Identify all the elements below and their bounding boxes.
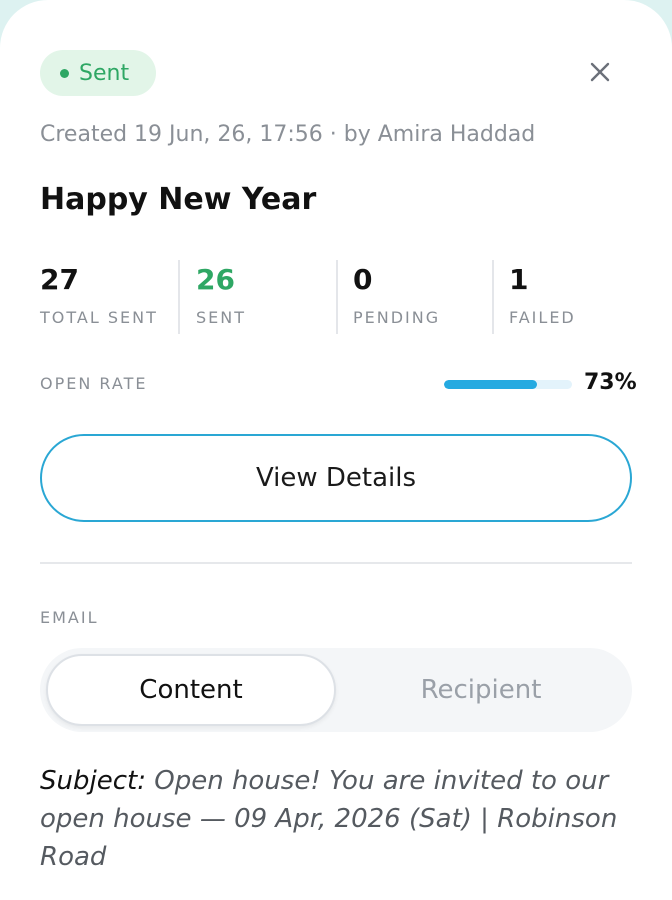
status-dot	[60, 68, 69, 78]
view-details-button[interactable]: View Details	[40, 434, 632, 522]
stat-total-sent: 27 TOTAL SENT	[40, 260, 158, 336]
status-label: Sent	[79, 60, 130, 86]
stat-value: 27	[40, 263, 79, 296]
stat-failed: 1 FAILED	[509, 260, 576, 336]
stat-value: 1	[509, 263, 529, 296]
tab-recipient[interactable]: Recipient	[336, 654, 626, 726]
stat-label: SENT	[196, 308, 247, 327]
stat-label: TOTAL SENT	[40, 308, 158, 327]
stat-value: 0	[353, 263, 373, 296]
stat-label: FAILED	[509, 308, 576, 327]
stats-row: 27 TOTAL SENT 26 SENT 0 PENDING 1 FAILED	[40, 260, 632, 336]
stat-divider	[178, 260, 180, 334]
stat-label: PENDING	[353, 308, 441, 327]
divider	[40, 562, 632, 564]
stat-sent: 26 SENT	[196, 260, 246, 336]
close-icon	[590, 62, 610, 82]
campaign-title: Happy New Year	[40, 182, 317, 217]
close-button[interactable]	[584, 56, 616, 88]
stat-pending: 0 PENDING	[353, 260, 440, 336]
open-rate-value: 73%	[584, 370, 637, 395]
status-badge: Sent	[40, 50, 156, 96]
stat-value: 26	[196, 263, 235, 296]
open-rate-label: OPEN RATE	[40, 374, 148, 393]
tab-switcher: Content Recipient	[40, 648, 632, 732]
stat-divider	[492, 260, 494, 334]
email-content: Subject: Open house! You are invited to …	[40, 766, 618, 872]
created-meta: Created 19 Jun, 26, 17:56 · by Amira Had…	[40, 122, 536, 147]
open-rate-bar-fill	[444, 380, 538, 389]
subject-key: Subject	[40, 766, 138, 796]
campaign-detail-panel: Sent Created 19 Jun, 26, 17:56 · by Amir…	[0, 0, 672, 900]
open-rate-bar	[444, 380, 572, 389]
tab-content[interactable]: Content	[46, 654, 336, 726]
section-label: EMAIL	[40, 608, 99, 627]
stat-divider	[336, 260, 338, 334]
